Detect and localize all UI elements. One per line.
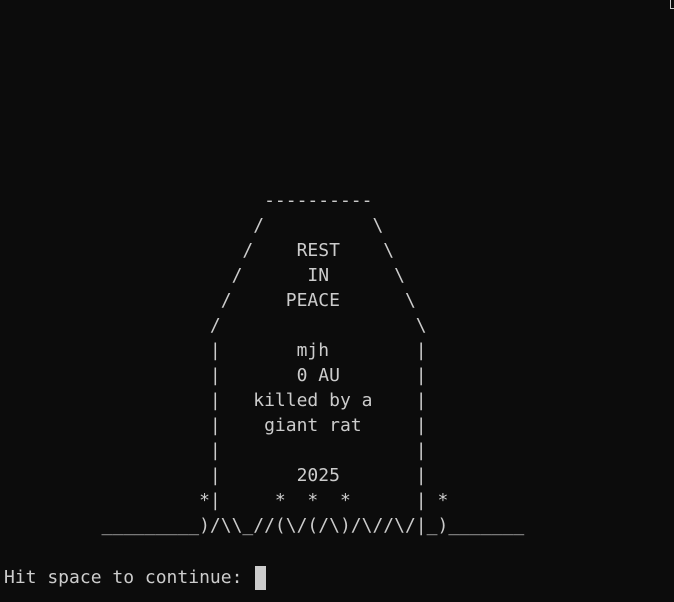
tombstone-line-year: | 2025 | — [4, 465, 427, 486]
tombstone-line-peace: / PEACE \ — [4, 290, 416, 311]
tombstone-line-killer: | giant rat | — [4, 415, 427, 436]
tombstone-line-flowers: *| * * * | * — [4, 490, 449, 511]
tombstone-art: ---------- / \ / REST \ / IN \ / PEACE \… — [4, 188, 525, 538]
tombstone-line-ground: _________)/\\_//(\/(/\)/\//\/|_)_______ — [4, 515, 525, 536]
tombstone-line-player-name: | mjh | — [4, 340, 427, 361]
tombstone-line-in: / IN \ — [4, 265, 405, 286]
tombstone-line: | | — [4, 440, 427, 461]
text-cursor — [255, 565, 267, 590]
tombstone-line-gold: | 0 AU | — [4, 365, 427, 386]
continue-prompt[interactable]: Hit space to continue: — [4, 565, 267, 590]
terminal-window: ---------- / \ / REST \ / IN \ / PEACE \… — [0, 0, 674, 602]
tombstone-line-top: ---------- — [4, 190, 373, 211]
tombstone-line-rest: / REST \ — [4, 240, 395, 261]
tombstone-line: / \ — [4, 315, 427, 336]
tombstone-line-killed-by: | killed by a | — [4, 390, 427, 411]
scroll-corner-icon — [670, 0, 674, 9]
tombstone-line: / \ — [4, 215, 384, 236]
continue-prompt-text: Hit space to continue: — [4, 567, 254, 588]
